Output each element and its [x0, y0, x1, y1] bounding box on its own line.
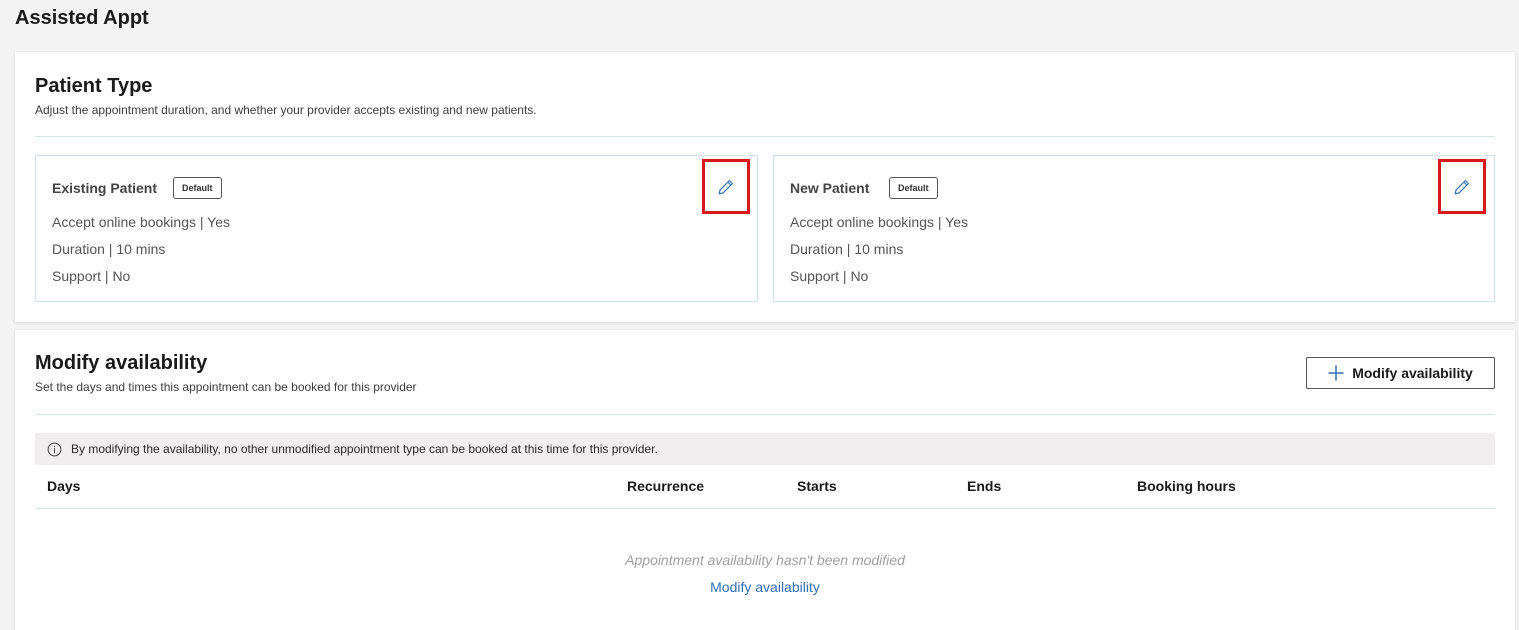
edit-existing-patient-button[interactable]	[702, 159, 750, 214]
pencil-icon	[718, 179, 733, 194]
default-badge: Default	[173, 177, 222, 199]
info-banner-text: By modifying the availability, no other …	[71, 442, 658, 456]
edit-new-patient-button[interactable]	[1438, 159, 1486, 214]
existing-patient-card: Existing Patient Default Accept online b…	[35, 155, 758, 302]
section-divider	[35, 136, 1495, 137]
patient-type-subtitle: Adjust the appointment duration, and whe…	[35, 103, 537, 117]
patient-type-panel: Patient Type Adjust the appointment dura…	[15, 52, 1515, 322]
card-title: New Patient	[790, 180, 870, 196]
page-title: Assisted Appt	[15, 7, 149, 29]
table-header-divider	[35, 508, 1495, 509]
modify-availability-button[interactable]: Modify availability	[1306, 357, 1495, 389]
modify-availability-button-label: Modify availability	[1352, 365, 1473, 381]
new-patient-card: New Patient Default Accept online bookin…	[773, 155, 1495, 302]
column-header-booking-hours: Booking hours	[1137, 478, 1236, 494]
column-header-recurrence: Recurrence	[627, 478, 705, 494]
support-text: Support | No	[790, 268, 869, 284]
online-bookings-text: Accept online bookings | Yes	[52, 214, 230, 230]
default-badge: Default	[889, 177, 938, 199]
pencil-icon	[1454, 179, 1469, 194]
availability-panel: Modify availability Set the days and tim…	[15, 330, 1515, 630]
info-banner: By modifying the availability, no other …	[35, 433, 1495, 465]
support-text: Support | No	[52, 268, 131, 284]
card-title: Existing Patient	[52, 180, 158, 196]
info-icon	[47, 442, 62, 457]
column-header-starts: Starts	[797, 478, 837, 494]
column-header-days: Days	[47, 478, 81, 494]
section-divider	[35, 414, 1495, 415]
plus-icon	[1328, 365, 1344, 381]
online-bookings-text: Accept online bookings | Yes	[790, 214, 968, 230]
availability-subtitle: Set the days and times this appointment …	[35, 380, 417, 394]
column-header-ends: Ends	[967, 478, 1002, 494]
modify-availability-link[interactable]: Modify availability	[15, 579, 1515, 595]
empty-state-message: Appointment availability hasn't been mod…	[625, 552, 905, 568]
availability-title: Modify availability	[35, 352, 208, 374]
duration-text: Duration | 10 mins	[790, 241, 904, 257]
duration-text: Duration | 10 mins	[52, 241, 166, 257]
patient-type-title: Patient Type	[35, 75, 153, 97]
